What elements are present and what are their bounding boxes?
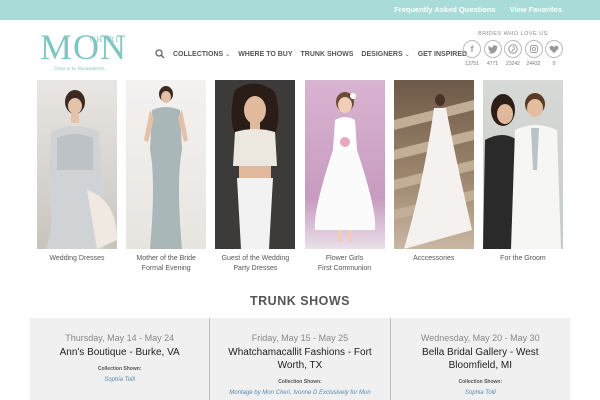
show-venue-link[interactable]: Bella Bridal Gallery - West Bloomfield, … [391,346,570,372]
nav-collections[interactable]: Collections ⌄ [173,51,230,58]
instagram-count: 24432 [526,61,541,67]
category-wedding-dresses[interactable]: Wedding Dresses [37,80,117,274]
social-icons: f [463,40,563,58]
pinterest-icon[interactable] [504,40,522,58]
category-mother-of-the-bride[interactable]: Mother of the Bride Formal Evening [126,80,207,274]
show-date: Wednesday, May 20 - May 30 [420,333,540,343]
guest-dress-photo [215,80,296,249]
category-flower-girls[interactable]: Flower Girls First Communion [304,80,385,274]
view-favorites-link[interactable]: View Favorites [510,5,562,14]
top-bar: Frequently Asked Questions View Favorite… [0,0,600,20]
nav-designers-label: Designers [361,50,403,58]
social-panel: Brides Who Love Us f 13751 4771 23242 24… [463,31,563,67]
trunk-shows-title: TRUNK SHOWS [250,294,350,308]
trunk-show-item: Friday, May 15 - May 25 Whatchamacallit … [209,318,389,400]
nav-get-inspired[interactable]: Get Inspired [418,51,467,58]
show-venue-link[interactable]: Ann's Boutique - Burke, VA [30,346,209,359]
flower-girl-photo [304,80,385,249]
wedding-dress-photo [37,80,117,249]
instagram-icon[interactable] [524,40,543,58]
chevron-down-icon: ⌄ [404,51,410,58]
brand-logo[interactable]: MON CHERI Dress to be Remembered... [40,27,138,77]
main-nav: Collections ⌄ Where to Buy Trunk Shows De… [155,49,467,59]
facebook-count: 13751 [465,61,479,67]
trunk-show-item: Wednesday, May 20 - May 30 Bella Bridal … [389,318,570,400]
logo-wordmark: MON [40,27,128,67]
favorites-count: 0 [552,61,556,67]
twitter-count: 4771 [486,61,499,67]
show-designers-link[interactable]: Sophia Tolli [391,390,570,396]
search-icon[interactable] [155,49,165,59]
twitter-icon[interactable] [483,40,502,58]
nav-where-to-buy[interactable]: Where to Buy [238,51,292,58]
social-counts: 13751 4771 23242 24432 0 [463,61,563,67]
collection-shown-label: Collection Shown: [97,366,142,372]
faq-link[interactable]: Frequently Asked Questions [394,5,495,14]
groom-photo [482,80,563,249]
chevron-down-icon: ⌄ [225,51,231,58]
facebook-icon[interactable]: f [463,40,481,58]
category-grid: Wedding Dresses Mother of the Bride Form… [37,80,563,274]
social-heading: Brides Who Love Us [478,31,548,37]
category-label: For the Groom [500,255,546,262]
category-label: Wedding Dresses [49,255,105,262]
heart-icon[interactable] [545,40,563,58]
collection-shown-label: Collection Shown: [278,379,322,385]
show-date: Thursday, May 14 - May 24 [65,333,175,343]
category-guest-of-wedding[interactable]: Guest of the Wedding Party Dresses [215,80,296,274]
show-venue-link[interactable]: Whatchamacallit Fashions - Fort Worth, T… [210,346,389,372]
logo-subword: CHERI [90,35,119,44]
trunk-shows-panel: Thursday, May 14 - May 24 Ann's Boutique… [30,318,570,400]
category-label: Flower Girls First Communion [317,255,372,272]
category-label: Acccessories [413,255,455,262]
category-for-the-groom[interactable]: For the Groom [482,80,563,274]
category-label: Mother of the Bride Formal Evening [136,255,196,272]
nav-designers[interactable]: Designers ⌄ [361,51,409,58]
mother-of-bride-photo [126,80,207,249]
brand-tagline: Dress to be Remembered... [54,67,108,72]
show-designers-link[interactable]: Sophia Tolli [30,377,209,383]
show-date: Friday, May 15 - May 25 [251,333,349,343]
nav-trunk-shows[interactable]: Trunk Shows [301,51,354,58]
show-designers-link[interactable]: Montage by Mon Cheri, Ivonne D Exclusive… [210,390,389,396]
category-label: Guest of the Wedding Party Dresses [221,255,290,272]
category-accessories[interactable]: Acccessories [393,80,474,274]
trunk-show-item: Thursday, May 14 - May 24 Ann's Boutique… [30,318,209,400]
nav-collections-label: Collections [173,50,224,58]
collection-shown-label: Collection Shown: [458,379,503,385]
accessories-photo [393,80,474,249]
top-links: Frequently Asked Questions View Favorite… [394,5,562,14]
pinterest-count: 23242 [506,61,520,67]
